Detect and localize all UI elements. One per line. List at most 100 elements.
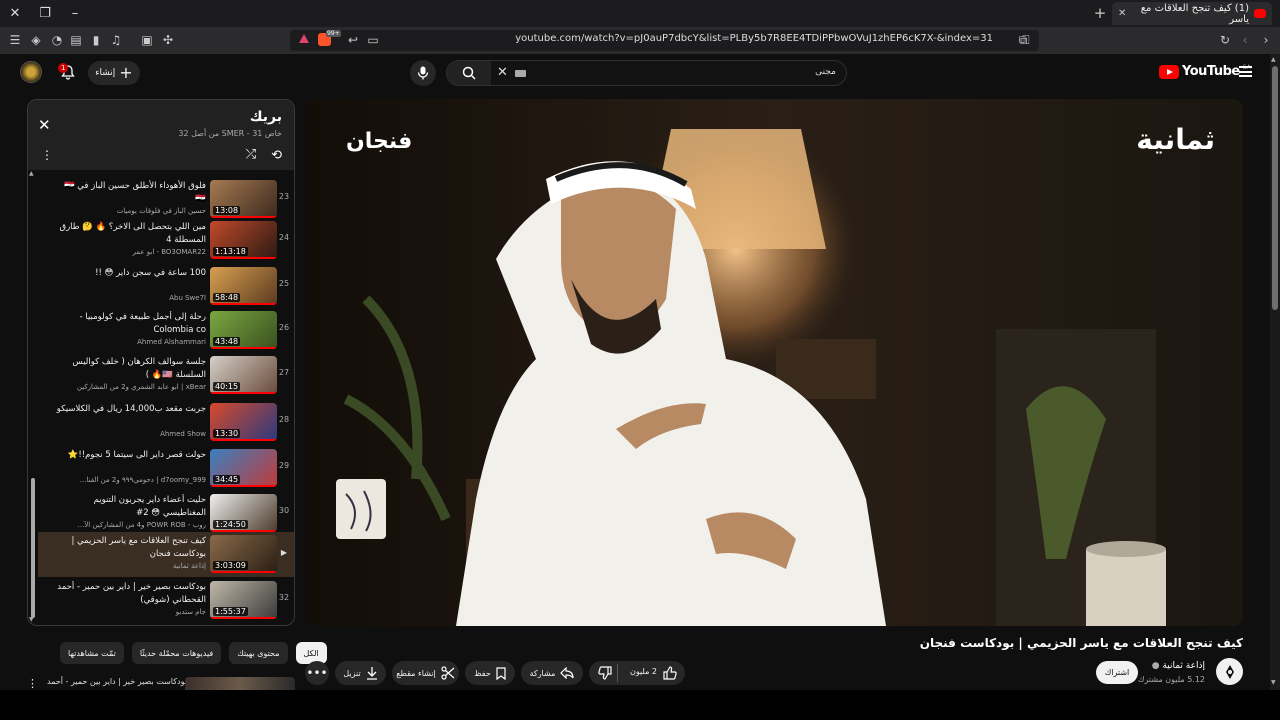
search-button[interactable] xyxy=(447,61,491,85)
shuffle-icon[interactable]: ⤮ xyxy=(246,147,256,162)
item-channel[interactable]: Ahmed Show xyxy=(46,430,206,438)
guide-menu-icon[interactable] xyxy=(1239,66,1252,77)
chip-for-you[interactable]: محتوى بهيتك xyxy=(229,642,288,664)
channel-avatar[interactable] xyxy=(1216,658,1243,685)
youtube-logo[interactable]: YouTube SA xyxy=(1159,64,1251,79)
subscribe-button[interactable]: اشتراك xyxy=(1096,661,1138,684)
scroll-up-icon[interactable]: ▲ xyxy=(29,170,34,177)
like-button[interactable] xyxy=(663,666,677,680)
close-playlist-icon[interactable]: ✕ xyxy=(38,116,51,134)
maximize-icon[interactable]: ❐ xyxy=(30,0,60,27)
dislike-button[interactable] xyxy=(598,666,612,680)
more-actions-button[interactable]: ••• xyxy=(305,661,329,685)
shield-icon[interactable]: ◈ xyxy=(28,32,44,48)
create-button[interactable]: إنشاء + xyxy=(88,61,140,85)
music-icon[interactable]: ♫ xyxy=(108,32,124,48)
video-duration: 1:13:18 xyxy=(213,247,248,256)
item-title[interactable]: بودكاست بصير خير | داير بين حمير - أحمد … xyxy=(56,581,206,607)
item-channel[interactable]: روب - POWR ROB و4 من المشاركين الآ... xyxy=(46,521,206,529)
loop-icon[interactable]: ⟲ xyxy=(271,148,282,163)
playlist-menu-icon[interactable]: ⋮ xyxy=(41,148,53,162)
playlist-item[interactable]: 26 43:48 رحلة إلى أجمل طبيعة في كولومبيا -… xyxy=(38,308,294,353)
more-options-icon[interactable]: ⋮ xyxy=(27,677,38,690)
menu-icon[interactable]: ☰ xyxy=(7,32,23,48)
page-scrollbar[interactable]: ▲ ▼ xyxy=(1270,54,1280,690)
video-thumbnail[interactable]: 1:24:50 xyxy=(210,494,277,532)
item-channel[interactable]: Ahmed Alshammari xyxy=(46,338,206,346)
scroll-down-icon[interactable]: ▼ xyxy=(29,616,34,623)
item-channel[interactable]: حسين الباز في فلوقات يوميات xyxy=(46,207,206,215)
channel-name[interactable]: إذاعة ثمانية ● xyxy=(1152,661,1205,671)
playlist-item[interactable]: 32 1:55:37 بودكاست بصير خير | داير بين حمي… xyxy=(38,578,294,623)
minimize-icon[interactable]: – xyxy=(60,0,90,27)
item-title[interactable]: جلسة سوالف الكرهان ( خلف كواليس السلسلة … xyxy=(56,356,206,382)
playlist-item[interactable]: 27 40:15 جلسة سوالف الكرهان ( خلف كواليس ا… xyxy=(38,353,294,398)
forward-icon[interactable]: › xyxy=(1258,32,1274,48)
playlist-item[interactable]: 29 34:45 حولت قصر داير الى سيتما 5 نجوم!!⭐… xyxy=(38,446,294,491)
history-icon[interactable]: ◔ xyxy=(49,32,65,48)
reload-icon[interactable]: ↻ xyxy=(1217,32,1233,48)
reader-mode-icon[interactable]: ▭ xyxy=(365,32,381,48)
close-window-icon[interactable]: ✕ xyxy=(0,0,30,27)
item-title[interactable]: فلوق الأهوداء الأطلق حسين الباز في 🇮🇶🇮🇶 xyxy=(56,180,206,206)
item-channel[interactable]: إذاعة ثمانية xyxy=(46,562,206,570)
item-title[interactable]: حليت أعضاء داير يجربون التنويم المغناطيس… xyxy=(56,494,206,520)
close-tab-icon[interactable]: ✕ xyxy=(1118,8,1126,19)
item-title[interactable]: 100 ساعة في سجن داير 😳 !! xyxy=(56,267,206,280)
video-thumbnail[interactable]: 1:13:18 xyxy=(210,221,277,259)
back-history-icon[interactable]: ↩ xyxy=(345,32,361,48)
extension-triangle-icon[interactable] xyxy=(299,34,309,43)
download-button[interactable]: تنزيل xyxy=(335,661,386,685)
screenshot-icon[interactable]: ▣ xyxy=(139,32,155,48)
playlist-item[interactable]: 30 1:24:50 حليت أعضاء داير يجربون التنويم … xyxy=(38,491,294,536)
video-thumbnail[interactable]: 13:08 xyxy=(210,180,277,218)
recommended-title[interactable]: بودكاست بصير خير | داير بين حمير - أحمد xyxy=(47,677,187,686)
search-input[interactable]: مجنى xyxy=(815,67,836,77)
item-channel[interactable]: Abu Swe7l xyxy=(46,294,206,302)
item-title[interactable]: حولت قصر داير الى سيتما 5 نجوم!!⭐ xyxy=(56,449,206,462)
item-title[interactable]: كيف تنجح العلاقات مع ياسر الحزيمي | بودك… xyxy=(56,535,206,561)
tabs-icon[interactable]: ▤ xyxy=(68,32,84,48)
new-tab-button[interactable]: + xyxy=(1090,4,1110,22)
playlist-item[interactable]: 23 13:08 فلوق الأهوداء الأطلق حسين الباز ف… xyxy=(38,177,294,222)
video-thumbnail[interactable]: 43:48 xyxy=(210,311,277,349)
back-icon[interactable]: ‹ xyxy=(1237,32,1253,48)
playlist-scrollbar[interactable] xyxy=(31,178,35,618)
item-channel[interactable]: xBear | ابو عابد الشمري و2 من المشاركين xyxy=(46,383,206,391)
video-thumbnail[interactable]: 1:55:37 xyxy=(210,581,277,619)
account-avatar[interactable] xyxy=(20,61,42,83)
share-button[interactable]: مشاركة xyxy=(521,661,583,685)
clip-button[interactable]: إنشاء مقطع xyxy=(392,661,459,685)
voice-search-button[interactable] xyxy=(410,60,436,86)
chip-all[interactable]: الكل xyxy=(295,642,327,664)
search-box[interactable]: ✕ مجنى xyxy=(446,60,847,86)
playlist-item[interactable]: 28 13:30 جربت مقعد ب14,000 ريال في الكلاسي… xyxy=(38,400,294,445)
playlist-item-current[interactable]: ▶ 3:03:09 كيف تنجح العلاقات مع ياسر الحزيم… xyxy=(38,532,294,577)
video-thumbnail[interactable]: 40:15 xyxy=(210,356,277,394)
playlist-item[interactable]: 24 1:13:18 مين اللي بتحصل الى الاخر؟ 🔥 🤔 ط… xyxy=(38,218,294,263)
save-button[interactable]: حفظ xyxy=(465,661,515,685)
video-thumbnail[interactable]: 3:03:09 xyxy=(210,535,277,573)
item-channel[interactable]: d7oomy_999 | دحومي٩٩٩ و2 من القنا... xyxy=(46,476,206,484)
address-bar[interactable]: ↩ ▭ youtube.com/watch?v=pJ0auP7dbcY&list… xyxy=(290,30,1039,51)
item-channel[interactable]: BO3OMAR22 - ابو عمر xyxy=(46,248,206,256)
chip-recently-uploaded[interactable]: فيديوهات محمّلة حديثًا xyxy=(131,642,222,664)
item-title[interactable]: مين اللي بتحصل الى الاخر؟ 🔥 🤔 طارق المسط… xyxy=(56,221,206,247)
video-thumbnail[interactable]: 13:30 xyxy=(210,403,277,441)
video-thumbnail[interactable]: 58:48 xyxy=(210,267,277,305)
video-thumbnail[interactable]: 34:45 xyxy=(210,449,277,487)
extensions-icon[interactable]: ✣ xyxy=(160,32,176,48)
filter-chips: تمّت مشاهدتها فيديوهات محمّلة حديثًا محت… xyxy=(60,642,327,664)
sidebar-icon[interactable]: ▮ xyxy=(88,32,104,48)
playlist-item[interactable]: 25 58:48 100 ساعة في سجن داير 😳 !! Abu Swe7… xyxy=(38,264,294,309)
bookmark-icon[interactable]: ⎕ xyxy=(1018,32,1034,48)
item-channel[interactable]: جام ستديو xyxy=(46,608,206,616)
playlist-title[interactable]: بريك xyxy=(250,109,282,125)
clear-search-icon[interactable]: ✕ xyxy=(497,65,508,80)
chip-watched[interactable]: تمّت مشاهدتها xyxy=(60,642,124,664)
keyboard-icon[interactable] xyxy=(515,70,526,77)
video-player[interactable]: فنجان ثمانية xyxy=(306,99,1243,626)
item-title[interactable]: رحلة إلى أجمل طبيعة في كولومبيا - Colomb… xyxy=(56,311,206,337)
browser-tab[interactable]: (1) كيف تنجح العلاقات مع ياسر ✕ xyxy=(1112,2,1272,25)
item-title[interactable]: جربت مقعد ب14,000 ريال في الكلاسيكو xyxy=(56,403,206,416)
